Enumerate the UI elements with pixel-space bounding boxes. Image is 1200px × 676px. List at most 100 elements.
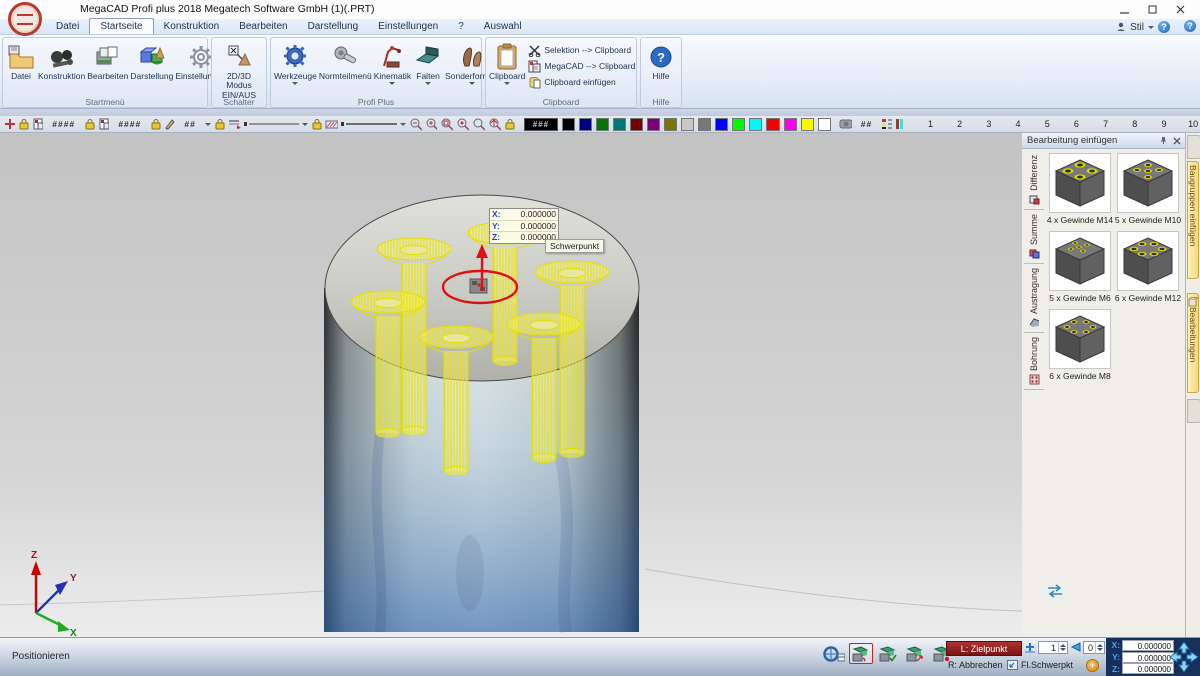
list-item[interactable]: 6 x Gewinde M8 (1046, 309, 1114, 381)
datei-button[interactable]: Datei (5, 40, 37, 83)
view-number-button[interactable]: 5 (1040, 119, 1054, 129)
selektion-clipboard-button[interactable]: Selektion --> Clipboard (528, 42, 635, 58)
lock-icon[interactable] (18, 118, 29, 130)
bearbeiten-button[interactable]: Bearbeiten (86, 40, 129, 83)
restore-button[interactable] (1146, 4, 1160, 16)
normteilmenu-button[interactable]: Normteilmenü (318, 40, 373, 83)
pen-field[interactable]: ## (184, 119, 195, 129)
snap-mode-icon[interactable] (1007, 660, 1018, 673)
close-button[interactable] (1174, 4, 1188, 16)
tab-differenz[interactable]: Differenz (1024, 151, 1044, 210)
dock-tab-small[interactable] (1187, 399, 1200, 423)
color-swatch[interactable] (681, 118, 694, 131)
color-swatch[interactable] (818, 118, 831, 131)
layer-spinner[interactable]: 1 (1038, 641, 1068, 654)
menu-tab-einstellungen[interactable]: Einstellungen (368, 19, 448, 34)
dock-tab-small[interactable] (1187, 135, 1200, 159)
current-color-swatch[interactable]: ### (524, 118, 557, 131)
darstellung-button[interactable]: Darstellung (129, 40, 174, 83)
lock-icon[interactable] (150, 118, 161, 130)
zoom-in-icon[interactable] (425, 118, 438, 131)
hilfe-button[interactable]: ? Hilfe (643, 40, 679, 83)
help-icon[interactable]: ? (1158, 21, 1170, 33)
megacad-clipboard-button[interactable]: MegaCAD --> Clipboard (528, 58, 635, 74)
color-swatch[interactable] (715, 118, 728, 131)
menu-tab-startseite[interactable]: Startseite (89, 18, 153, 34)
kinematik-button[interactable]: Kinematik (373, 40, 412, 87)
view-number-button[interactable]: 1 (923, 119, 937, 129)
werkzeuge-button[interactable]: Werkzeuge (273, 40, 318, 87)
clipboard-button[interactable]: Clipboard (488, 40, 526, 87)
list-item[interactable]: 5 x Gewinde M10 (1114, 153, 1182, 225)
color-swatch[interactable] (630, 118, 643, 131)
konstruktion-button[interactable]: Konstruktion (37, 40, 86, 83)
swap-arrows-button[interactable] (1046, 583, 1064, 599)
line-sample[interactable] (244, 118, 299, 130)
lock-icon[interactable] (504, 118, 515, 130)
color-swatch[interactable] (562, 118, 575, 131)
dock-tab-baugruppen[interactable]: Baugruppen einfügen (1187, 161, 1199, 279)
page-edit-icon[interactable] (98, 118, 109, 130)
material-field[interactable]: ## (861, 119, 872, 129)
z-coordinate-field[interactable]: 0.000000 (1122, 663, 1174, 674)
page-edit-icon[interactable] (32, 118, 43, 130)
view-number-button[interactable]: 3 (982, 119, 996, 129)
color-swatch[interactable] (766, 118, 779, 131)
lock-icon[interactable] (311, 118, 322, 130)
mode-toggle-button[interactable]: 2D/3D Modus EIN/AUS (214, 40, 264, 102)
view-check-button[interactable] (876, 643, 900, 664)
color-swatch[interactable] (801, 118, 814, 131)
menu-tab-datei[interactable]: Datei (46, 19, 89, 34)
material-icon[interactable] (839, 118, 852, 130)
tab-austragung[interactable]: Austragung (1024, 264, 1044, 333)
menu-tab-konstruktion[interactable]: Konstruktion (154, 19, 230, 34)
group-field[interactable]: #### (52, 119, 75, 129)
clipboard-einfuegen-button[interactable]: Clipboard einfügen (528, 74, 635, 90)
y-coordinate-field[interactable]: 0.000000 (1122, 652, 1174, 663)
color-swatch[interactable] (698, 118, 711, 131)
pencil-icon[interactable] (164, 118, 175, 130)
tab-summe[interactable]: Summe (1024, 210, 1044, 264)
pan-view-button[interactable] (822, 643, 846, 664)
layer-field[interactable]: #### (118, 119, 141, 129)
x-coordinate-field[interactable]: 0.000000 (1122, 640, 1174, 651)
color-swatch[interactable] (732, 118, 745, 131)
view-number-button[interactable]: 7 (1099, 119, 1113, 129)
view-number-button[interactable]: 2 (953, 119, 967, 129)
help-icon-corner[interactable]: ? (1184, 20, 1196, 32)
color-swatch[interactable] (664, 118, 677, 131)
texture-icon[interactable] (895, 118, 904, 130)
view-number-button[interactable]: 10 (1186, 119, 1200, 129)
tab-bohrung[interactable]: Bohrung (1024, 333, 1044, 390)
view-number-button[interactable]: 4 (1011, 119, 1025, 129)
color-swatch[interactable] (749, 118, 762, 131)
menu-tab-auswahl[interactable]: Auswahl (474, 19, 532, 34)
color-swatch[interactable] (784, 118, 797, 131)
color-swatch[interactable] (596, 118, 609, 131)
nudge-arrows[interactable] (1169, 641, 1199, 676)
list-item[interactable]: 6 x Gewinde M12 (1114, 231, 1182, 303)
hatch-icon[interactable] (325, 118, 338, 130)
list-item[interactable]: 5 x Gewinde M6 (1046, 231, 1114, 303)
lock-icon[interactable] (84, 118, 95, 130)
dock-tab-bearbeitungen[interactable]: Bearbeitungen (1187, 293, 1199, 393)
add-icon[interactable] (4, 118, 15, 130)
zoom-all-icon[interactable] (488, 118, 501, 131)
linewidth-sample[interactable] (341, 118, 396, 130)
close-icon[interactable] (1170, 135, 1183, 147)
linestyle-icon[interactable] (228, 118, 241, 130)
chevron-down-icon[interactable] (205, 123, 211, 126)
chevron-down-icon[interactable] (400, 123, 406, 126)
pin-icon[interactable] (1157, 135, 1170, 147)
zoom-window-icon[interactable] (440, 118, 453, 131)
style-selector[interactable]: Stil ? (1116, 21, 1170, 33)
list-item[interactable]: 4 x Gewinde M14 (1046, 153, 1114, 225)
layer-list-icon[interactable] (1024, 642, 1036, 656)
chevron-down-icon[interactable] (302, 123, 308, 126)
3d-viewport[interactable]: Z Y X X:0.000000 Y:0.000000 Z:0.000000 S… (0, 133, 1023, 637)
color-list-icon[interactable] (881, 118, 892, 130)
view-save-button[interactable] (849, 643, 873, 664)
angle-spinner[interactable]: 0 (1083, 641, 1105, 654)
zoom-minus-icon[interactable] (472, 118, 485, 131)
menu-tab-bearbeiten[interactable]: Bearbeiten (229, 19, 297, 34)
